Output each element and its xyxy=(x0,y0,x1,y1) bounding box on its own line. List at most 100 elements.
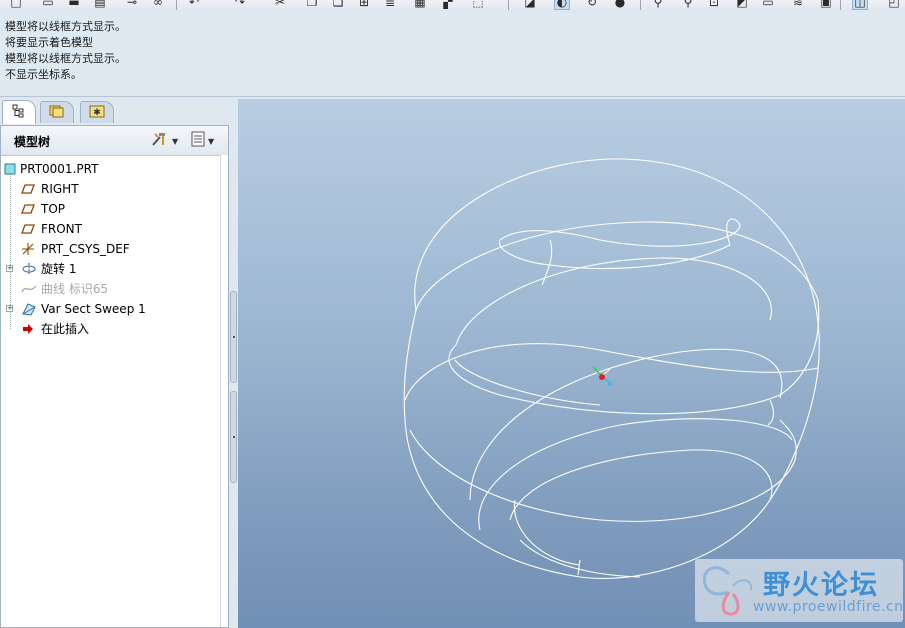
shading-icon: ◐ xyxy=(556,0,568,9)
datum-plane-icon xyxy=(21,202,35,216)
expand-icon[interactable]: + xyxy=(6,265,13,272)
shading-button[interactable]: ◐ xyxy=(554,0,570,10)
watermark-url: www.proewildfire.cn xyxy=(753,599,904,615)
window-icon: ▞ xyxy=(443,0,453,9)
dashed-select-button[interactable]: ⬚ xyxy=(470,0,486,10)
main-toolbar: □ ▭ ▬ ▤ ⊸ ∞ ↶ ↷ ✂ ❐ ❏ ⊞ ≣ ▦ ▞ ⬚ ◪ ◐ ↻ ● ⚲ ⚲ ⊡ ◩ ▭ ≋ ▣ ◫ ◰ xyxy=(0,0,905,12)
tab-favorites[interactable]: ✱ xyxy=(80,101,114,123)
regenerate-button[interactable]: ≣ xyxy=(382,0,398,10)
view-manager-button[interactable]: ▣ xyxy=(818,0,834,10)
model-tree-header: 模型树 ▼ ▼ xyxy=(1,126,228,156)
hidden-line-button[interactable]: ◰ xyxy=(886,0,902,10)
toolbar-separator xyxy=(508,0,509,10)
splitter-grip[interactable] xyxy=(230,291,237,383)
repaint-button[interactable]: ◪ xyxy=(522,0,538,10)
zoom-in-button[interactable]: ⚲ xyxy=(650,0,666,10)
tree-item-label: 旋转 1 xyxy=(41,262,77,276)
new-file-button[interactable]: □ xyxy=(8,0,24,10)
undo-button[interactable]: ↶ xyxy=(186,0,202,10)
tree-item-insert-here[interactable]: 在此插入 xyxy=(1,319,221,339)
orient-button[interactable]: ◩ xyxy=(734,0,750,10)
dashed-select-icon: ⬚ xyxy=(472,0,484,9)
view-manager-icon: ▣ xyxy=(820,0,832,9)
select-icon: ⊞ xyxy=(358,0,370,9)
wireframe-button[interactable]: ◫ xyxy=(852,0,868,10)
tree-item-csys[interactable]: PRT_CSYS_DEF xyxy=(1,239,221,259)
model-tree-title: 模型树 xyxy=(14,135,51,149)
layers-icon: ≋ xyxy=(792,0,804,9)
model-tree-icon: ▦ xyxy=(414,0,426,9)
tree-settings-button[interactable]: ▼ xyxy=(151,131,178,151)
save-icon: ▬ xyxy=(68,0,80,9)
message-area: 模型将以线框方式显示。 将要显示着色模型 模型将以线框方式显示。 不显示坐标系。 xyxy=(0,12,905,97)
curve-icon xyxy=(21,282,37,296)
save-button[interactable]: ▬ xyxy=(66,0,82,10)
tree-item-part[interactable]: PRT0001.PRT xyxy=(1,159,221,179)
navigator-tabs: ✱ xyxy=(0,99,232,125)
sweep-icon xyxy=(21,302,36,316)
render-sphere-button[interactable]: ● xyxy=(612,0,628,10)
redo-button[interactable]: ↷ xyxy=(232,0,248,10)
open-button[interactable]: ▭ xyxy=(40,0,56,10)
tree-item-curve[interactable]: 曲线 标识65 xyxy=(1,279,221,299)
folder-browser-tab-icon xyxy=(49,104,65,121)
tree-item-sweep[interactable]: + Var Sect Sweep 1 xyxy=(1,299,221,319)
saved-views-button[interactable]: ▭ xyxy=(760,0,776,10)
redo-icon: ↷ xyxy=(234,0,246,9)
layers-button[interactable]: ≋ xyxy=(790,0,806,10)
zoom-out-icon: ⚲ xyxy=(683,0,693,9)
cut-icon: ✂ xyxy=(274,0,286,9)
copy-button[interactable]: ❐ xyxy=(304,0,320,10)
render-sphere-icon: ● xyxy=(614,0,626,9)
wireframe-model xyxy=(403,158,820,579)
tree-item-label: TOP xyxy=(41,202,66,216)
tree-settings-icon xyxy=(151,131,169,151)
paste-button[interactable]: ⊸ xyxy=(124,0,140,10)
graphics-window[interactable] xyxy=(238,99,905,628)
tree-show-button[interactable]: ▼ xyxy=(191,131,214,151)
splitter-grip[interactable] xyxy=(230,391,237,483)
cut-button[interactable]: ✂ xyxy=(272,0,288,10)
tree-item-front[interactable]: FRONT xyxy=(1,219,221,239)
datum-plane-icon xyxy=(21,182,35,196)
model-tree-tab-icon xyxy=(12,104,26,121)
revolve-icon xyxy=(21,262,36,276)
orient-icon: ◩ xyxy=(736,0,748,9)
message-line: 将要显示着色模型 xyxy=(5,36,93,49)
panel-splitter[interactable] xyxy=(229,99,238,628)
zoom-out-button[interactable]: ⚲ xyxy=(680,0,696,10)
tree-item-revolve[interactable]: + 旋转 1 xyxy=(1,259,221,279)
paste-special-button[interactable]: ❏ xyxy=(330,0,346,10)
toolbar-separator xyxy=(640,0,641,10)
repaint-icon: ◪ xyxy=(524,0,536,9)
model-tree-button[interactable]: ▦ xyxy=(412,0,428,10)
message-line: 模型将以线框方式显示。 xyxy=(5,20,126,33)
link-button[interactable]: ∞ xyxy=(150,0,166,10)
tree-scrollbar[interactable] xyxy=(220,155,228,627)
tree-item-right[interactable]: RIGHT xyxy=(1,179,221,199)
paste-special-icon: ❏ xyxy=(332,0,344,9)
new-file-icon: □ xyxy=(10,0,22,9)
insert-here-arrow-icon xyxy=(21,322,35,336)
spin-center-button[interactable]: ↻ xyxy=(584,0,600,10)
regenerate-icon: ≣ xyxy=(384,0,396,9)
link-icon: ∞ xyxy=(153,0,163,9)
svg-text:✱: ✱ xyxy=(93,108,101,118)
tab-folder-browser[interactable] xyxy=(40,101,74,123)
csys-icon xyxy=(21,242,35,256)
paste-icon: ⊸ xyxy=(126,0,138,9)
expand-icon[interactable]: + xyxy=(6,305,13,312)
model-tree-panel: 模型树 ▼ ▼ PRT0001.PRT RIGHT TOP FRONT PRT_… xyxy=(0,125,229,628)
select-button[interactable]: ⊞ xyxy=(356,0,372,10)
refit-button[interactable]: ⊡ xyxy=(706,0,722,10)
tab-model-tree[interactable] xyxy=(2,100,36,124)
message-line: 不显示坐标系。 xyxy=(5,68,82,81)
spin-center-icon: ↻ xyxy=(586,0,598,9)
tree-show-icon xyxy=(191,131,205,151)
tree-item-label: PRT0001.PRT xyxy=(20,162,99,176)
print-button[interactable]: ▤ xyxy=(92,0,108,10)
copy-icon: ❐ xyxy=(306,0,318,9)
window-button[interactable]: ▞ xyxy=(440,0,456,10)
tree-item-top[interactable]: TOP xyxy=(1,199,221,219)
tree-item-label: Var Sect Sweep 1 xyxy=(41,302,146,316)
